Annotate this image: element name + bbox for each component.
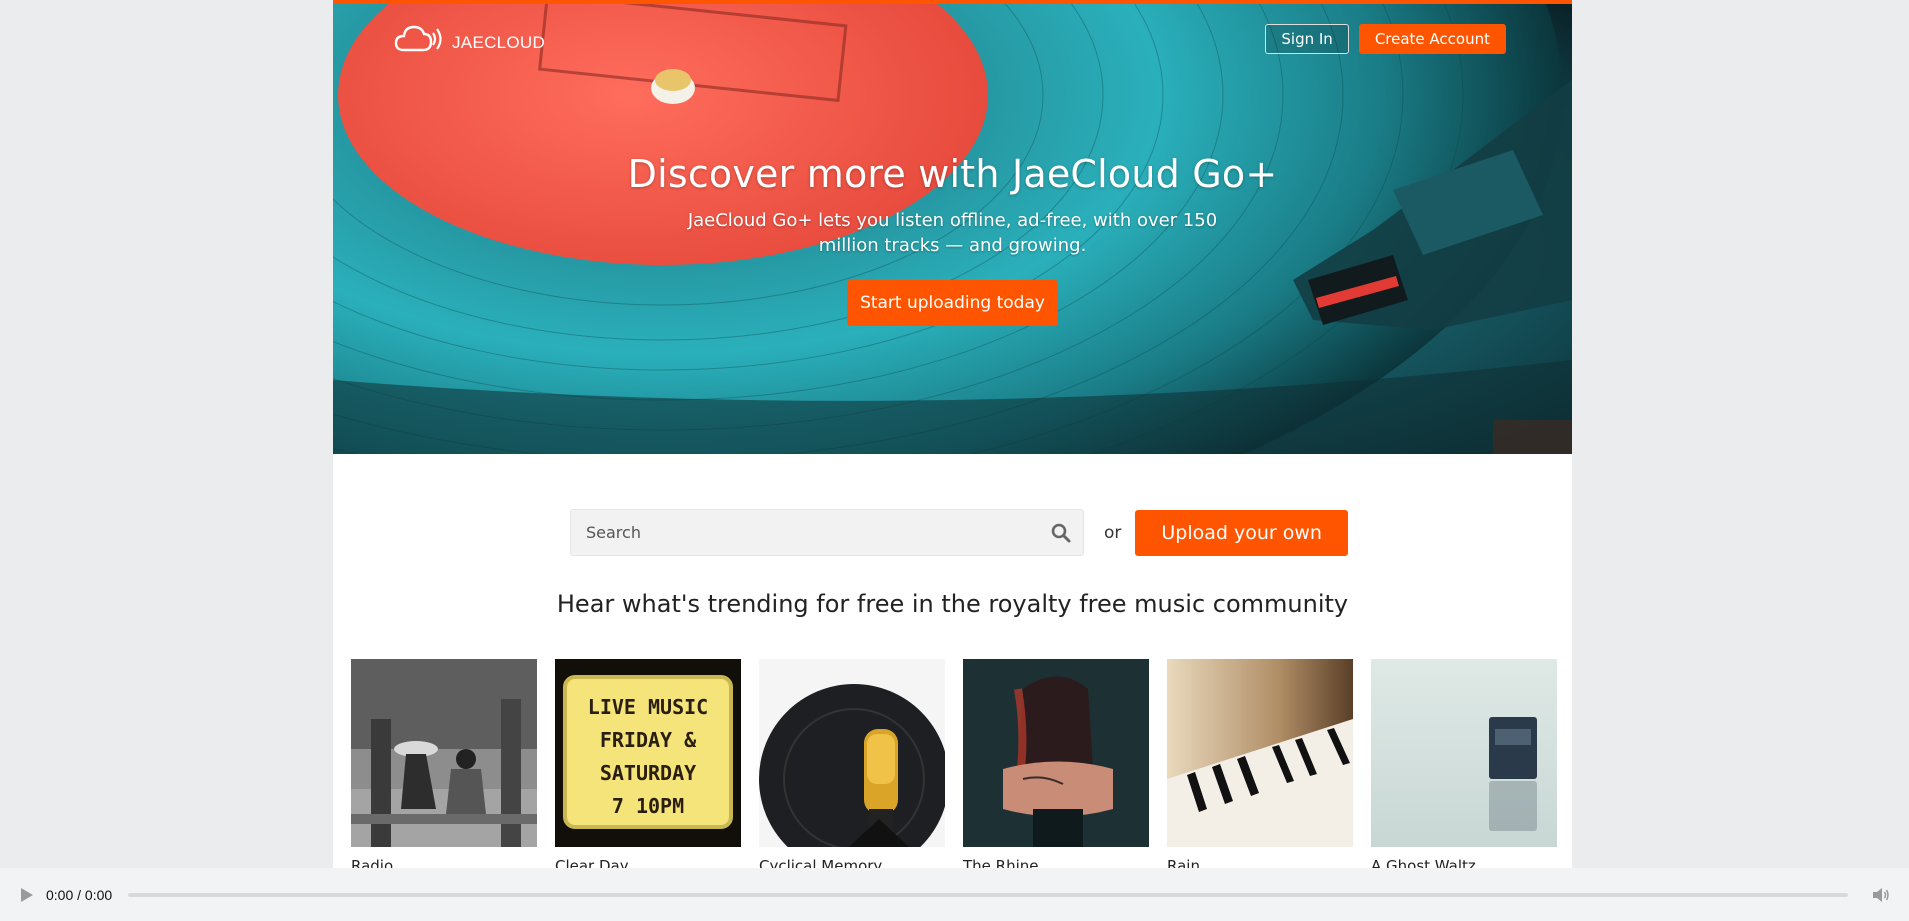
accent-bar xyxy=(333,0,1572,4)
track-artwork[interactable] xyxy=(1167,659,1353,847)
track-card[interactable]: A Ghost Waltz xyxy=(1371,659,1557,868)
track-title[interactable]: Clear Day xyxy=(555,857,741,868)
hero-banner: JAECLOUD Sign In Create Account Discover… xyxy=(333,0,1572,454)
svg-text:SATURDAY: SATURDAY xyxy=(600,761,696,785)
track-card[interactable]: Radio xyxy=(351,659,537,868)
search-box[interactable] xyxy=(570,509,1084,556)
search-row: or Upload your own xyxy=(570,509,1348,556)
track-artwork[interactable] xyxy=(1371,659,1557,847)
page-container: JAECLOUD Sign In Create Account Discover… xyxy=(333,0,1572,868)
header-actions: Sign In Create Account xyxy=(1265,24,1506,54)
track-title[interactable]: Rain xyxy=(1167,857,1353,868)
svg-text:LIVE MUSIC: LIVE MUSIC xyxy=(588,695,708,719)
search-input[interactable] xyxy=(586,523,1026,542)
cloud-signal-icon xyxy=(394,25,442,52)
hero-subtitle: JaeCloud Go+ lets you listen offline, ad… xyxy=(687,210,1218,256)
track-card[interactable]: Cyclical Memory xyxy=(759,659,945,868)
player-progress-bar[interactable] xyxy=(128,892,1849,897)
track-artwork[interactable] xyxy=(351,659,537,847)
play-icon[interactable] xyxy=(20,887,34,903)
hero-copy: Discover more with JaeCloud Go+ JaeCloud… xyxy=(333,152,1572,326)
player-time: 0:00 / 0:00 xyxy=(46,886,113,903)
or-separator: or xyxy=(1104,522,1122,543)
track-artwork[interactable] xyxy=(759,659,945,847)
trending-heading: Hear what's trending for free in the roy… xyxy=(556,590,1349,618)
create-account-button[interactable]: Create Account xyxy=(1358,24,1506,54)
start-uploading-button[interactable]: Start uploading today xyxy=(847,280,1058,326)
sign-in-button[interactable]: Sign In xyxy=(1265,24,1349,54)
track-card[interactable]: Rain xyxy=(1167,659,1353,868)
track-title[interactable]: Cyclical Memory xyxy=(759,857,945,868)
hero-title: Discover more with JaeCloud Go+ xyxy=(627,152,1278,196)
track-artwork[interactable]: LIVE MUSIC FRIDAY & SATURDAY 7 10PM xyxy=(555,659,741,847)
upload-your-own-button[interactable]: Upload your own xyxy=(1135,509,1348,556)
track-artwork[interactable] xyxy=(963,659,1149,847)
track-card[interactable]: LIVE MUSIC FRIDAY & SATURDAY 7 10PM Clea… xyxy=(555,659,741,868)
track-title[interactable]: A Ghost Waltz xyxy=(1371,857,1557,868)
search-icon[interactable] xyxy=(1051,523,1071,543)
track-card[interactable]: The Rhine xyxy=(963,659,1149,868)
svg-text:7 10PM: 7 10PM xyxy=(612,794,684,818)
brand-name: JAECLOUD xyxy=(452,33,546,52)
svg-text:FRIDAY &: FRIDAY & xyxy=(600,728,697,752)
track-title[interactable]: The Rhine xyxy=(963,857,1149,868)
trending-tracks: Radio LIVE MUSIC FRIDAY & SATURDAY 7 10P… xyxy=(351,659,1557,868)
track-title[interactable]: Radio xyxy=(351,857,537,868)
brand-logo[interactable]: JAECLOUD xyxy=(394,22,545,54)
audio-player: 0:00 / 0:00 xyxy=(0,868,1909,921)
volume-icon[interactable] xyxy=(1872,887,1890,903)
